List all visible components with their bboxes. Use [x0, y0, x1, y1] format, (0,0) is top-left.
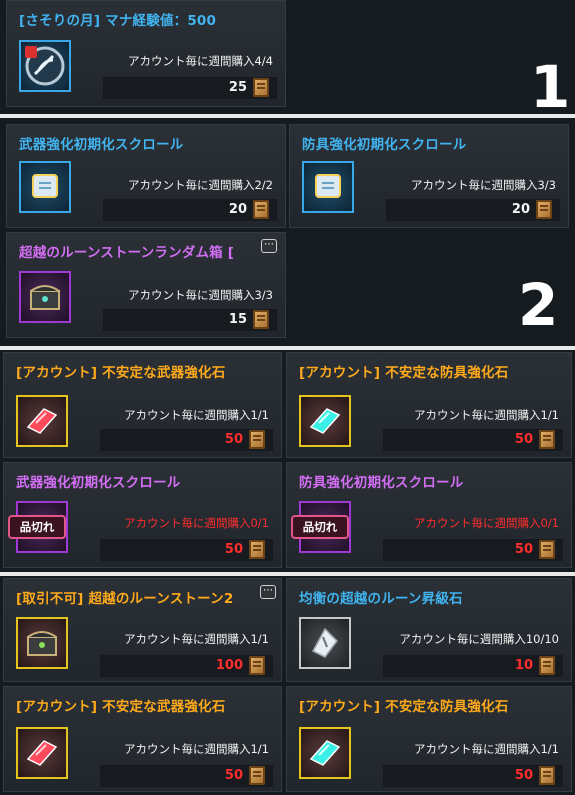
item-title: [取引不可] 超越のルーンストーン2 [16, 591, 234, 607]
white-rune-stone-icon [299, 617, 351, 669]
item-title: [アカウント] 不安定な武器強化石 [16, 365, 226, 381]
shop-item-card[interactable]: [アカウント] 不安定な武器強化石 アカウント毎に週間購入1/1 50 [3, 352, 282, 458]
price-bar: 20 [103, 199, 277, 221]
price: 20 [228, 202, 247, 217]
item-title: 防具強化初期化スクロール [299, 475, 464, 491]
price-bar: 100 [100, 655, 273, 677]
price: 50 [514, 542, 533, 557]
price: 50 [224, 768, 243, 783]
weekly-purchase-limit: アカウント毎に週間購入1/1 [123, 632, 269, 646]
cyan-enhancement-stone-icon [299, 727, 351, 779]
item-title: 超越のルーンストーンランダム箱 [ [19, 245, 235, 261]
weekly-purchase-limit: アカウント毎に週間購入3/3 [410, 178, 556, 192]
more-options-icon[interactable]: ⋯ [260, 585, 276, 599]
item-title: 防具強化初期化スクロール [302, 137, 467, 153]
currency-scroll-icon [249, 766, 265, 785]
currency-scroll-icon [253, 310, 269, 329]
price: 10 [514, 658, 533, 673]
weekly-purchase-limit: アカウント毎に週間購入1/1 [123, 742, 269, 756]
item-title: 武器強化初期化スクロール [19, 137, 184, 153]
item-title: [アカウント] 不安定な武器強化石 [16, 699, 226, 715]
price: 50 [224, 542, 243, 557]
weekly-purchase-limit: アカウント毎に週間購入3/3 [127, 288, 273, 302]
more-options-icon[interactable]: ⋯ [261, 239, 277, 253]
section-number: 2 [518, 271, 559, 339]
price-bar: 25 [103, 77, 277, 99]
sold-out-badge: 品切れ [8, 515, 66, 539]
red-enhancement-stone-icon [16, 727, 68, 779]
weekly-purchase-limit: アカウント毎に週間購入0/1 [123, 516, 269, 530]
shop-item-card[interactable]: [アカウント] 不安定な防具強化石 アカウント毎に週間購入1/1 50 [286, 686, 572, 792]
shop-item-card[interactable]: [取引不可] 超越のルーンストーン2 ⋯ アカウント毎に週間購入1/1 100 [3, 578, 282, 682]
weekly-purchase-limit: アカウント毎に週間購入0/1 [413, 516, 559, 530]
weekly-purchase-limit: アカウント毎に週間購入1/1 [123, 408, 269, 422]
treasure-chest-icon [16, 617, 68, 669]
scroll-icon [302, 161, 354, 213]
price-bar: 50 [100, 539, 273, 561]
sold-out-badge: 品切れ [291, 515, 349, 539]
currency-scroll-icon [249, 540, 265, 559]
currency-scroll-icon [249, 656, 265, 675]
price-bar: 15 [103, 309, 277, 331]
currency-scroll-icon [539, 540, 555, 559]
currency-scroll-icon [539, 766, 555, 785]
price: 20 [511, 202, 530, 217]
currency-scroll-icon [536, 200, 552, 219]
currency-scroll-icon [253, 78, 269, 97]
price-bar: 50 [100, 429, 273, 451]
item-title: 均衡の超越のルーン昇級石 [299, 591, 463, 607]
price-bar: 50 [100, 765, 273, 787]
weekly-purchase-limit: アカウント毎に週間購入10/10 [399, 632, 559, 646]
shop-item-card[interactable]: 防具強化初期化スクロール アカウント毎に週間購入3/3 20 [289, 124, 569, 228]
shop-item-card[interactable]: [アカウント] 不安定な防具強化石 アカウント毎に週間購入1/1 50 [286, 352, 572, 458]
item-title: [さそりの月] マナ経験値：500 [19, 13, 217, 29]
item-title: 武器強化初期化スクロール [16, 475, 181, 491]
price-bar: 50 [383, 429, 563, 451]
currency-scroll-icon [539, 656, 555, 675]
price: 100 [215, 658, 243, 673]
shop-item-card[interactable]: 武器強化初期化スクロール 品切れ アカウント毎に週間購入0/1 50 [3, 462, 282, 568]
cyan-enhancement-stone-icon [299, 395, 351, 447]
price: 15 [228, 312, 247, 327]
currency-scroll-icon [249, 430, 265, 449]
shop-item-card[interactable]: [アカウント] 不安定な武器強化石 アカウント毎に週間購入1/1 50 [3, 686, 282, 792]
price: 25 [228, 80, 247, 95]
currency-scroll-icon [539, 430, 555, 449]
shop-item-card[interactable]: 均衡の超越のルーン昇級石 アカウント毎に週間購入10/10 10 [286, 578, 572, 682]
shop-item-card[interactable]: 防具強化初期化スクロール 品切れ アカウント毎に週間購入0/1 50 [286, 462, 572, 568]
weekly-purchase-limit: アカウント毎に週間購入2/2 [127, 178, 273, 192]
price-bar: 20 [386, 199, 560, 221]
weekly-purchase-limit: アカウント毎に週間購入1/1 [413, 408, 559, 422]
weekly-purchase-limit: アカウント毎に週間購入1/1 [413, 742, 559, 756]
scroll-icon [19, 161, 71, 213]
price-bar: 10 [383, 655, 563, 677]
price-bar: 50 [383, 765, 563, 787]
currency-scroll-icon [253, 200, 269, 219]
treasure-chest-icon [19, 271, 71, 323]
price-bar: 50 [383, 539, 563, 561]
section-number: 1 [530, 53, 571, 121]
weekly-purchase-limit: アカウント毎に週間購入4/4 [127, 54, 273, 68]
shop-item-card[interactable]: 超越のルーンストーンランダム箱 [ ⋯ アカウント毎に週間購入3/3 15 [6, 232, 286, 338]
price: 50 [514, 432, 533, 447]
item-title: [アカウント] 不安定な防具強化石 [299, 365, 509, 381]
red-enhancement-stone-icon [16, 395, 68, 447]
price: 50 [514, 768, 533, 783]
shop-item-card[interactable]: 武器強化初期化スクロール アカウント毎に週間購入2/2 20 [6, 124, 286, 228]
item-title: [アカウント] 不安定な防具強化石 [299, 699, 509, 715]
shop-item-card[interactable]: [さそりの月] マナ経験値：500 アカウント毎に週間購入4/4 25 [6, 0, 286, 107]
scorpion-moon-medal-icon [19, 40, 71, 92]
price: 50 [224, 432, 243, 447]
